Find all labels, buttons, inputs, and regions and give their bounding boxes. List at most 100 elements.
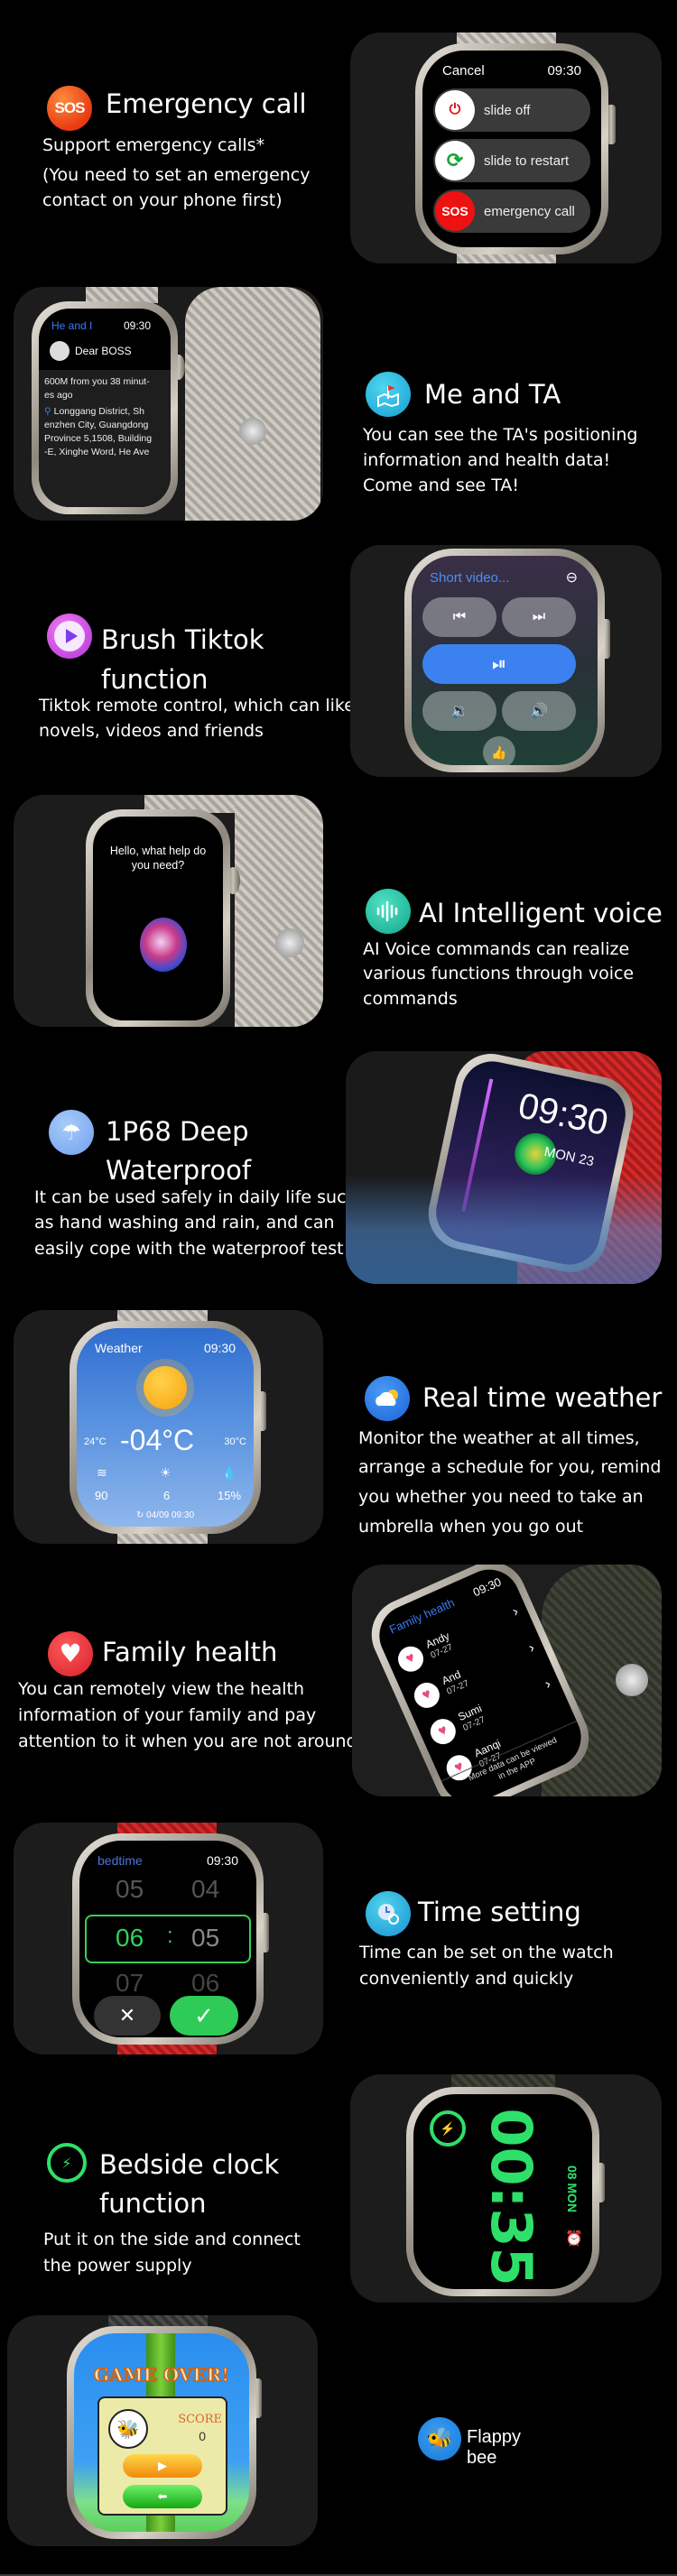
watch-panel-bedside: ⚡ 00:35 08 MON ⏰ bbox=[350, 2074, 662, 2303]
heart-icon: ♥ bbox=[48, 1631, 93, 1676]
sos-icon: SOS bbox=[435, 191, 475, 231]
feature-desc-line: Time can be set on the watch bbox=[359, 1943, 614, 1962]
feature-desc-line: various functions through voice bbox=[363, 964, 635, 983]
uv-value: 6 bbox=[163, 1489, 171, 1502]
prompt-line: you need? bbox=[131, 859, 185, 872]
watch-screen: Hello, what help do you need? bbox=[93, 817, 223, 1020]
feature-title: Family health bbox=[102, 1637, 278, 1667]
watch-header: bedtime bbox=[97, 1853, 143, 1868]
play-again-button[interactable]: ▶ bbox=[123, 2454, 202, 2478]
watch-panel-weather: Weather 09:30 24°C -04°C 30°C ≋ ☀ 💧 90 6… bbox=[14, 1310, 323, 1544]
chevron-right-icon: › bbox=[543, 1676, 553, 1693]
feature-desc-line: arrange a schedule for you, remind bbox=[358, 1457, 662, 1477]
minute-prev[interactable]: 04 bbox=[191, 1875, 219, 1904]
game-screen[interactable]: GAME OVER! 🐝 SCORE 0 ▶ ⬅ bbox=[74, 2333, 249, 2532]
slide-off-slider[interactable]: ⏻ slide off bbox=[433, 88, 590, 132]
watch-panel-time-setting: bedtime 09:30 05 04 06 : 05 07 06 ✕ ✓ bbox=[14, 1823, 323, 2054]
health-heart-icon: ♥ bbox=[394, 1642, 428, 1676]
hour-selected[interactable]: 06 bbox=[116, 1924, 144, 1953]
confirm-button[interactable]: ✓ bbox=[170, 1996, 238, 2036]
feature-desc-line: Monitor the weather at all times, bbox=[358, 1428, 640, 1448]
volume-up-button[interactable]: 🔊 bbox=[502, 691, 576, 731]
water-splash bbox=[346, 1176, 662, 1284]
bee-icon: 🐝 bbox=[108, 2409, 148, 2449]
refresh-icon[interactable]: ↻ bbox=[136, 1510, 146, 1520]
feature-title: Emergency call bbox=[106, 88, 307, 119]
feature-desc-line: information of your family and pay bbox=[18, 1705, 317, 1725]
emergency-call-slider[interactable]: SOS emergency call bbox=[433, 189, 590, 233]
map-flag-icon bbox=[366, 372, 411, 417]
feature-title: 1P68 Deep bbox=[106, 1116, 249, 1147]
feature-desc-line: You can see the TA's positioning bbox=[363, 425, 638, 445]
back-button[interactable]: ⬅ bbox=[123, 2485, 202, 2508]
feature-title: Me and TA bbox=[424, 379, 561, 410]
watch: Short video... ⊖ ⏮ ⏭ ⏯ 🔉 🔊 👍 bbox=[404, 549, 605, 772]
hour-next[interactable]: 07 bbox=[116, 1969, 144, 1998]
chevron-right-icon: › bbox=[526, 1639, 537, 1657]
score-value: 0 bbox=[199, 2429, 206, 2443]
watch-band bbox=[235, 795, 323, 1027]
minute-next[interactable]: 06 bbox=[191, 1969, 219, 1998]
low-temp: 24°C bbox=[84, 1436, 107, 1447]
feature-desc-line: you whether you need to take an bbox=[358, 1487, 644, 1507]
watch: bedtime 09:30 05 04 06 : 05 07 06 ✕ ✓ bbox=[72, 1833, 264, 2045]
umbrella-icon: ☂ bbox=[49, 1110, 94, 1155]
watch: Cancel 09:30 ⏻ slide off ⟳ slide to rest… bbox=[415, 43, 608, 254]
feature-desc-line: contact on your phone first) bbox=[42, 190, 283, 210]
band-pin bbox=[616, 1664, 648, 1696]
voice-orb[interactable] bbox=[140, 918, 187, 972]
assistant-prompt: Hello, what help do you need? bbox=[93, 844, 223, 873]
watch: Hello, what help do you need? bbox=[86, 809, 230, 1027]
restart-icon: ⟳ bbox=[435, 141, 475, 180]
feature-desc-line: umbrella when you go out bbox=[358, 1517, 584, 1537]
link-icon[interactable]: ⊖ bbox=[566, 568, 578, 586]
cancel-button[interactable]: Cancel bbox=[442, 63, 485, 78]
slider-label: slide to restart bbox=[484, 152, 570, 169]
feature-title: Real time weather bbox=[422, 1382, 663, 1413]
watch-screen: bedtime 09:30 05 04 06 : 05 07 06 ✕ ✓ bbox=[79, 1841, 256, 2037]
feature-desc-line: AI Voice commands can realize bbox=[363, 939, 630, 959]
clock-gear-icon bbox=[366, 1891, 411, 1936]
like-button[interactable]: 👍 bbox=[483, 736, 515, 765]
slide-restart-slider[interactable]: ⟳ slide to restart bbox=[433, 139, 590, 182]
volume-down-button[interactable]: 🔉 bbox=[422, 691, 496, 731]
previous-button[interactable]: ⏮ bbox=[422, 597, 496, 637]
charging-icon: ⚡ bbox=[430, 2110, 466, 2147]
next-button[interactable]: ⏭ bbox=[502, 597, 576, 637]
game-over-banner: GAME OVER! bbox=[93, 2363, 230, 2387]
watch-panel-emergency: Cancel 09:30 ⏻ slide off ⟳ slide to rest… bbox=[350, 32, 662, 263]
avatar bbox=[50, 341, 70, 361]
address-line: enzhen City, Guangdong bbox=[44, 420, 149, 430]
feature-title: Waterproof bbox=[106, 1155, 252, 1186]
slider-label: slide off bbox=[484, 102, 531, 118]
hour-prev[interactable]: 05 bbox=[116, 1875, 144, 1904]
watch-band bbox=[185, 287, 320, 521]
prompt-line: Hello, what help do bbox=[109, 845, 207, 857]
chevron-right-icon: › bbox=[510, 1603, 522, 1620]
current-temp: -04°C bbox=[120, 1424, 195, 1456]
feature-title: function bbox=[99, 2188, 207, 2219]
play-pause-button[interactable]: ⏯ bbox=[422, 644, 576, 684]
feature-desc-line: easily cope with the waterproof test bbox=[34, 1239, 344, 1259]
power-icon: ⏻ bbox=[435, 90, 475, 130]
address-line: Province 5,1508, Building bbox=[44, 433, 153, 444]
watch: He and I 09:30 Dear BOSS 600M from you 3… bbox=[32, 301, 178, 514]
watch-screen: Weather 09:30 24°C -04°C 30°C ≋ ☀ 💧 90 6… bbox=[77, 1328, 254, 1527]
watch-panel-family-health: Family health 09:30 ♥ Andy 07-27 › ♥ And 0… bbox=[352, 1565, 662, 1796]
cancel-button[interactable]: ✕ bbox=[94, 1996, 161, 2036]
alarm-icon: ⏰ bbox=[565, 2231, 583, 2247]
feature-desc-line: commands bbox=[363, 989, 458, 1009]
feature-title: Brush Tiktok bbox=[101, 624, 264, 655]
watch-panel-me-and-ta: He and I 09:30 Dear BOSS 600M from you 3… bbox=[14, 287, 323, 521]
feature-desc-line: (You need to set an emergency bbox=[42, 165, 311, 185]
updated-time-text: 04/09 09:30 bbox=[146, 1510, 194, 1520]
watch-panel-ai-voice: Hello, what help do you need? bbox=[14, 795, 323, 1027]
feature-title: AI Intelligent voice bbox=[419, 898, 663, 928]
minute-selected[interactable]: 05 bbox=[191, 1924, 219, 1953]
watch-panel-waterproof: 09:30 MON 23 bbox=[346, 1051, 662, 1284]
watch-time: 09:30 bbox=[470, 1574, 504, 1600]
feature-desc-line: You can remotely view the health bbox=[18, 1679, 305, 1699]
watch-panel-tiktok: Short video... ⊖ ⏮ ⏭ ⏯ 🔉 🔊 👍 bbox=[350, 545, 662, 777]
high-temp: 30°C bbox=[224, 1436, 246, 1447]
bee-icon: 🐝 bbox=[418, 2417, 461, 2461]
